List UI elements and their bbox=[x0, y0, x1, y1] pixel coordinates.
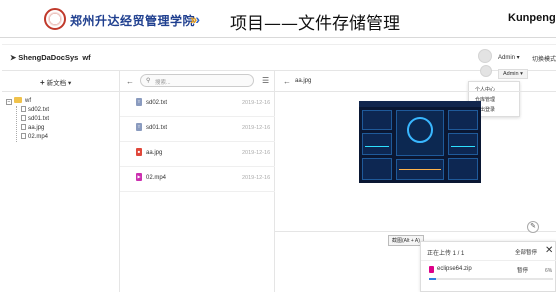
dashboard-ring bbox=[407, 117, 433, 143]
dashboard-line bbox=[399, 169, 441, 170]
switch-mode-link[interactable]: 切换模式 bbox=[532, 54, 556, 63]
list-item[interactable]: ▶ 02.mp4 2019-12-16 bbox=[120, 167, 275, 192]
app-brand[interactable]: ➤ ShengDaDocSys wf bbox=[10, 53, 91, 62]
preview-file-name: aa.jpg bbox=[295, 78, 312, 84]
preview-image[interactable] bbox=[359, 101, 481, 183]
collapse-icon[interactable]: − bbox=[6, 99, 12, 105]
list-item[interactable]: ■ aa.jpg 2019-12-16 bbox=[120, 142, 275, 167]
brand-right: Kunpeng bbox=[508, 12, 556, 24]
file-icon bbox=[21, 115, 26, 121]
upload-progress-fill bbox=[429, 278, 437, 280]
new-doc-label: 新文档 bbox=[46, 80, 67, 87]
tree-item[interactable]: sd02.txt bbox=[21, 106, 49, 115]
search-icon: ⚲ bbox=[146, 78, 151, 84]
file-icon bbox=[21, 133, 26, 139]
file-icon bbox=[21, 106, 26, 112]
dashboard-panel bbox=[362, 110, 392, 130]
tree-item[interactable]: aa.jpg bbox=[21, 124, 49, 133]
divider bbox=[2, 91, 120, 92]
file-name: sd01.txt bbox=[146, 125, 168, 131]
tree-panel: + 新文档 ▾ − wf sd02.txt sd01.txt aa.jpg 02.m… bbox=[2, 71, 120, 292]
file-date: 2019-12-16 bbox=[242, 150, 271, 156]
user-menu-toggle[interactable]: Admin ▾ bbox=[498, 54, 520, 61]
tree-root[interactable]: − wf bbox=[6, 97, 49, 106]
tree-item[interactable]: 02.mp4 bbox=[21, 133, 49, 142]
screenshot-tooltip: 截图(Alt + A) bbox=[388, 235, 424, 246]
new-doc-button[interactable]: + 新文档 ▾ bbox=[40, 77, 71, 87]
file-name: 02.mp4 bbox=[146, 175, 167, 181]
tree-item[interactable]: sd01.txt bbox=[21, 115, 49, 124]
chevrons-icon: ››› bbox=[190, 11, 200, 27]
slide-banner: 郑州升达经贸管理学院 ››› 项目——文件存储管理 Kunpeng bbox=[0, 0, 556, 40]
list-item[interactable]: T sd02.txt 2019-12-16 bbox=[120, 92, 275, 117]
app-brand-name: ShengDaDocSys bbox=[18, 53, 79, 62]
txt-file-icon: T bbox=[136, 123, 142, 131]
edit-button[interactable]: ✎ bbox=[527, 221, 539, 233]
close-icon[interactable]: ✕ bbox=[545, 245, 553, 256]
list-view-icon[interactable]: ☰ bbox=[262, 76, 269, 85]
school-name: 郑州升达经贸管理学院 bbox=[70, 14, 196, 28]
zip-file-icon bbox=[429, 266, 434, 273]
file-date: 2019-12-16 bbox=[242, 100, 271, 106]
dashboard-panel bbox=[362, 158, 392, 180]
search-placeholder: 搜索... bbox=[155, 80, 171, 86]
file-date: 2019-12-16 bbox=[242, 175, 271, 181]
video-file-icon: ▶ bbox=[136, 173, 142, 181]
upload-progress-bar bbox=[429, 278, 553, 280]
dashboard-line bbox=[451, 146, 475, 147]
plus-icon: + bbox=[40, 78, 45, 87]
tree-item-label: aa.jpg bbox=[28, 125, 45, 131]
workspace-name: wf bbox=[82, 53, 91, 62]
file-list-panel: ← ⚲ 搜索... ☰ T sd02.txt 2019-12-16 T sd01… bbox=[120, 71, 275, 292]
dashboard-panel bbox=[362, 133, 392, 155]
txt-file-icon: T bbox=[136, 98, 142, 106]
app-topbar: ➤ ShengDaDocSys wf Admin ▾ 切换模式 bbox=[2, 45, 556, 71]
dashboard-header-bar bbox=[359, 101, 481, 107]
back-arrow-icon[interactable]: ← bbox=[126, 77, 134, 86]
user-name: Admin bbox=[498, 55, 516, 61]
file-name: sd02.txt bbox=[146, 100, 168, 106]
folder-icon bbox=[14, 97, 22, 103]
search-input[interactable]: ⚲ 搜索... bbox=[140, 74, 254, 87]
pencil-icon: ✎ bbox=[530, 223, 536, 230]
upload-percent: 6% bbox=[545, 268, 553, 274]
file-date: 2019-12-16 bbox=[242, 125, 271, 131]
tree-item-label: 02.mp4 bbox=[28, 134, 49, 140]
tree-item-label: sd01.txt bbox=[28, 116, 50, 122]
upload-file-name: eclipse64.zip bbox=[437, 266, 472, 272]
tree-item-label: sd02.txt bbox=[28, 107, 50, 113]
dashboard-line bbox=[365, 146, 389, 147]
file-icon bbox=[21, 124, 26, 130]
upload-panel: 正在上传 1 / 1 全部暂停 ✕ eclipse64.zip 暂停 6% bbox=[420, 241, 556, 292]
dashboard-panel bbox=[448, 158, 478, 180]
tree-root-label: wf bbox=[25, 98, 31, 104]
pause-all-button[interactable]: 全部暂停 bbox=[515, 248, 537, 256]
divider bbox=[275, 91, 556, 92]
upload-title: 正在上传 1 / 1 bbox=[427, 251, 465, 257]
image-file-icon: ■ bbox=[136, 148, 142, 156]
dashboard-panel bbox=[448, 110, 478, 130]
paper-plane-icon: ➤ bbox=[10, 53, 17, 62]
school-seal-logo bbox=[44, 8, 66, 30]
banner-divider bbox=[0, 37, 556, 38]
file-tree: − wf sd02.txt sd01.txt aa.jpg 02.mp4 bbox=[6, 97, 49, 142]
slide-title: 项目——文件存储管理 bbox=[230, 14, 400, 34]
avatar[interactable] bbox=[478, 49, 492, 63]
back-arrow-icon[interactable]: ← bbox=[283, 77, 291, 86]
list-item[interactable]: T sd01.txt 2019-12-16 bbox=[120, 117, 275, 142]
divider bbox=[421, 260, 556, 261]
divider bbox=[275, 231, 556, 232]
dashboard-panel bbox=[448, 133, 478, 155]
file-name: aa.jpg bbox=[146, 150, 163, 156]
pause-button[interactable]: 暂停 bbox=[517, 266, 528, 274]
